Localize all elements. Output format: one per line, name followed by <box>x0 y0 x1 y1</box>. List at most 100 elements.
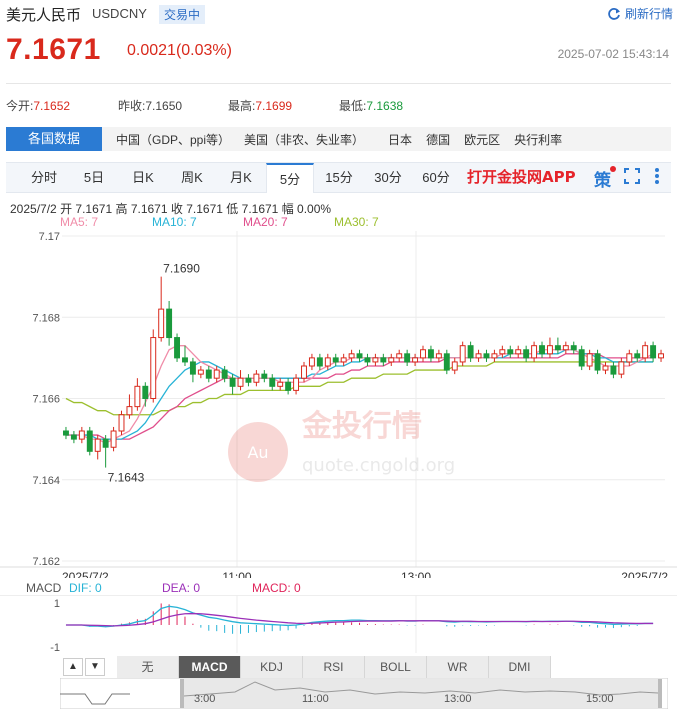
candle[interactable] <box>110 426 117 452</box>
candle[interactable] <box>94 435 101 460</box>
nav-item-germany[interactable]: 德国 <box>426 131 450 148</box>
candle[interactable] <box>388 353 395 366</box>
candle[interactable] <box>491 349 498 362</box>
candle[interactable] <box>586 349 593 371</box>
candle[interactable] <box>523 345 530 362</box>
candle[interactable] <box>634 349 641 362</box>
candle[interactable] <box>285 378 292 395</box>
candle[interactable] <box>475 349 482 362</box>
candle[interactable] <box>261 370 268 383</box>
tab-5min[interactable]: 5分 <box>266 163 314 193</box>
candle[interactable] <box>658 349 664 362</box>
candle[interactable] <box>412 353 419 366</box>
open-app-link[interactable]: 打开金投网APP <box>467 166 576 187</box>
tab-5day[interactable]: 5日 <box>70 163 118 192</box>
candle[interactable] <box>451 357 458 375</box>
scroll-down-button[interactable]: ▼ <box>85 658 105 676</box>
candle[interactable] <box>245 374 252 387</box>
tab-monthly-k[interactable]: 月K <box>217 163 265 192</box>
candle[interactable] <box>404 349 411 366</box>
refresh-button[interactable]: 刷新行情 <box>607 5 673 22</box>
candle[interactable] <box>86 426 93 456</box>
candle[interactable] <box>396 349 403 362</box>
tab-weekly-k[interactable]: 周K <box>168 163 216 192</box>
range-navigator[interactable]: 3:00 11:00 13:00 15:00 <box>60 678 668 709</box>
nav-item-central-bank-rates[interactable]: 央行利率 <box>514 131 562 148</box>
candle[interactable] <box>618 357 625 379</box>
candle[interactable] <box>174 333 181 362</box>
candle[interactable] <box>554 337 561 354</box>
fullscreen-icon[interactable] <box>624 168 640 184</box>
indicator-kdj[interactable]: KDJ <box>241 656 303 678</box>
nav-item-japan[interactable]: 日本 <box>388 131 412 148</box>
candle[interactable] <box>372 353 379 366</box>
candle[interactable] <box>507 345 514 358</box>
candle[interactable] <box>610 361 617 379</box>
nav-country-data[interactable]: 各国数据 <box>6 127 102 151</box>
more-menu-icon[interactable] <box>654 167 660 185</box>
candlestick-chart[interactable]: Au 金投行情 quote.cngold.org 7.1690 7.1643 7.… <box>0 228 677 578</box>
candle[interactable] <box>332 353 339 366</box>
candle[interactable] <box>324 353 331 371</box>
candle[interactable] <box>420 345 426 362</box>
candle[interactable] <box>435 349 442 362</box>
candle[interactable] <box>189 357 196 383</box>
candle[interactable] <box>650 341 657 362</box>
indicator-wr[interactable]: WR <box>427 656 489 678</box>
candle[interactable] <box>150 329 157 403</box>
candle[interactable] <box>626 349 633 366</box>
candle[interactable] <box>356 349 363 362</box>
candle[interactable] <box>301 361 307 383</box>
candle[interactable] <box>316 353 323 371</box>
candle[interactable] <box>142 382 149 407</box>
candle[interactable] <box>221 366 228 383</box>
candle[interactable] <box>467 341 474 362</box>
strategy-icon[interactable]: 策 <box>594 166 616 191</box>
candle[interactable] <box>118 410 125 436</box>
candle[interactable] <box>499 345 506 358</box>
candle[interactable] <box>102 435 109 468</box>
candle[interactable] <box>253 370 260 387</box>
tab-15min[interactable]: 15分 <box>315 163 363 192</box>
nav-item-eurozone[interactable]: 欧元区 <box>464 131 500 148</box>
macd-chart[interactable]: 1 -1 <box>0 595 677 655</box>
candle[interactable] <box>546 337 553 358</box>
tab-60min[interactable]: 60分 <box>412 163 460 192</box>
tab-daily-k[interactable]: 日K <box>119 163 167 192</box>
scroll-up-button[interactable]: ▲ <box>63 658 83 676</box>
candle[interactable] <box>70 431 77 444</box>
candle[interactable] <box>237 370 244 391</box>
candle[interactable] <box>443 349 450 375</box>
candle[interactable] <box>293 374 300 395</box>
indicator-macd[interactable]: MACD <box>179 656 241 678</box>
candle[interactable] <box>380 353 387 366</box>
candle[interactable] <box>570 341 577 354</box>
tab-30min[interactable]: 30分 <box>364 163 412 192</box>
candle[interactable] <box>205 366 212 383</box>
candle[interactable] <box>515 345 522 358</box>
indicator-none[interactable]: 无 <box>117 656 179 678</box>
candle[interactable] <box>158 276 165 342</box>
candle[interactable] <box>483 349 490 362</box>
nav-item-china[interactable]: 中国（GDP、ppi等） <box>116 131 230 148</box>
indicator-boll[interactable]: BOLL <box>365 656 427 678</box>
nav-item-usa[interactable]: 美国（非农、失业率） <box>244 131 364 148</box>
candle[interactable] <box>594 349 601 375</box>
navigator-handle-right[interactable] <box>658 679 662 708</box>
candle[interactable] <box>277 378 284 391</box>
candle[interactable] <box>340 353 347 366</box>
indicator-rsi[interactable]: RSI <box>303 656 365 678</box>
candle[interactable] <box>602 361 609 375</box>
candle[interactable] <box>364 353 371 366</box>
tab-intraday[interactable]: 分时 <box>20 163 68 192</box>
candle[interactable] <box>459 341 466 366</box>
indicator-dmi[interactable]: DMI <box>489 656 551 678</box>
candle[interactable] <box>63 426 69 440</box>
candle[interactable] <box>269 374 276 391</box>
candle[interactable] <box>213 366 220 383</box>
candle[interactable] <box>197 366 204 379</box>
candle[interactable] <box>134 378 141 411</box>
candle[interactable] <box>78 426 85 444</box>
candle[interactable] <box>182 345 188 366</box>
candle[interactable] <box>531 341 538 362</box>
